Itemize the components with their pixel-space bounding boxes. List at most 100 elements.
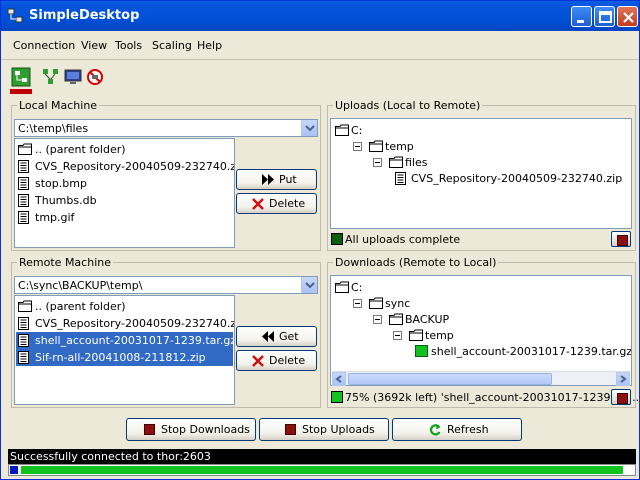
stop-uploads-label: Stop Uploads (302, 423, 375, 436)
downloads-tree[interactable]: C: sync BACKUP temp shell_account-20031017-1… (330, 275, 632, 386)
stop-downloads-button[interactable]: Stop Downloads (126, 418, 256, 441)
local-machine-label: Local Machine (17, 99, 100, 112)
list-item[interactable]: Thumbs.db (16, 192, 233, 209)
local-path-dropdown-button[interactable] (301, 120, 317, 136)
remote-path-value: C:\sync\BACKUP\temp\ (18, 279, 143, 292)
folder-icon (369, 297, 383, 312)
chevron-down-icon (305, 282, 315, 289)
maximize-icon (599, 11, 612, 23)
local-delete-button[interactable]: Delete (236, 193, 317, 214)
list-item[interactable]: Sif-rn-all-20041008-211812.zip (16, 349, 233, 366)
window-title: SimpleDesktop (29, 8, 140, 23)
get-button[interactable]: Get (236, 326, 317, 347)
connect-icon[interactable] (11, 67, 31, 87)
connection-progress-bar (8, 464, 636, 476)
list-item[interactable]: .. (parent folder) (16, 141, 233, 158)
tree-expander[interactable] (373, 158, 382, 167)
local-file-list[interactable]: .. (parent folder) CVS_Repository-2004050… (14, 138, 235, 248)
tree-node-label: sync (385, 297, 411, 310)
tree-node-label: files (405, 156, 428, 169)
network-icon[interactable] (41, 67, 61, 87)
active-tool-indicator (10, 89, 32, 94)
list-item-label: .. (parent folder) (35, 143, 126, 156)
fast-forward-icon (262, 174, 274, 185)
stop-icon (285, 424, 296, 435)
file-icon (18, 160, 29, 176)
menu-tools[interactable]: Tools (115, 39, 142, 52)
remote-delete-label: Delete (269, 354, 306, 367)
connection-status-bar: Successfully connected to thor:2603 (8, 449, 636, 464)
app-icon (7, 8, 23, 23)
refresh-button[interactable]: Refresh (392, 418, 522, 441)
tree-node-label: C: (351, 281, 363, 294)
remote-delete-button[interactable]: Delete (236, 350, 317, 371)
file-icon (18, 177, 29, 193)
remote-path-combo[interactable]: C:\sync\BACKUP\temp\ (14, 276, 318, 294)
uploads-label: Uploads (Local to Remote) (333, 99, 483, 112)
put-button[interactable]: Put (236, 169, 317, 190)
title-bar[interactable]: SimpleDesktop (1, 1, 639, 31)
maximize-button[interactable] (594, 6, 615, 27)
transfer-active-icon (415, 345, 428, 360)
list-item-label: Thumbs.db (35, 194, 97, 207)
scroll-thumb[interactable] (348, 373, 552, 385)
remote-path-dropdown-button[interactable] (301, 277, 317, 293)
tree-expander[interactable] (373, 315, 382, 324)
delete-x-icon (252, 355, 264, 367)
downloads-status-text: 75% (3692k left) 'shell_account-20031017… (345, 391, 640, 404)
menu-view[interactable]: View (81, 39, 107, 52)
monitor-icon[interactable] (63, 67, 83, 87)
scroll-right-button[interactable] (616, 372, 630, 386)
disconnect-icon[interactable] (85, 67, 105, 87)
folder-icon (409, 329, 423, 344)
downloads-horizontal-scrollbar[interactable] (332, 371, 630, 386)
list-item-label: CVS_Repository-20040509-232740.zip (35, 160, 235, 173)
local-path-value: C:\temp\files (18, 122, 89, 135)
list-item[interactable]: CVS_Repository-20040509-232740.zip (16, 315, 235, 332)
menu-scaling[interactable]: Scaling (152, 39, 192, 52)
folder-icon (369, 140, 383, 155)
close-button[interactable] (617, 6, 638, 27)
tree-expander[interactable] (393, 331, 402, 340)
minimize-icon (577, 20, 584, 23)
file-icon (18, 334, 29, 350)
connection-status-text: Successfully connected to thor:2603 (10, 450, 211, 463)
list-item[interactable]: shell_account-20031017-1239.tar.gz (16, 332, 234, 350)
folder-icon (389, 313, 403, 328)
list-item[interactable]: stop.bmp (16, 175, 233, 192)
list-item[interactable]: tmp.gif (16, 209, 233, 226)
tree-node-label: C: (351, 124, 363, 137)
file-icon (18, 194, 29, 210)
remote-file-list[interactable]: .. (parent folder) CVS_Repository-2004050… (14, 295, 235, 405)
scroll-left-button[interactable] (332, 372, 346, 386)
menu-bar: Connection View Tools Scaling Help (1, 33, 639, 57)
uploads-tree[interactable]: C: temp files CVS_Repository-20040509-23274… (330, 118, 632, 229)
tree-expander[interactable] (353, 142, 362, 151)
uploads-stop-button[interactable] (611, 231, 631, 247)
file-icon (18, 351, 29, 367)
local-delete-label: Delete (269, 197, 306, 210)
folder-icon (335, 281, 349, 296)
refresh-icon (429, 424, 441, 436)
menu-help[interactable]: Help (197, 39, 222, 52)
remote-machine-label: Remote Machine (17, 256, 113, 269)
uploads-status-text: All uploads complete (345, 233, 461, 246)
downloads-stop-button[interactable] (611, 389, 631, 405)
stop-uploads-button[interactable]: Stop Uploads (259, 418, 389, 441)
local-path-combo[interactable]: C:\temp\files (14, 119, 318, 137)
chevron-down-icon (305, 125, 315, 132)
tree-expander[interactable] (353, 299, 362, 308)
list-item[interactable]: CVS_Repository-20040509-232740.zip (16, 158, 235, 176)
tree-node-label: BACKUP (405, 313, 450, 326)
tree-node-label: shell_account-20031017-1239.tar.gz (404 (431, 345, 632, 358)
stop-downloads-label: Stop Downloads (161, 423, 250, 436)
list-item-label: CVS_Repository-20040509-232740.zip (35, 317, 235, 330)
menu-connection[interactable]: Connection (13, 39, 75, 52)
uploads-status-indicator (331, 233, 343, 245)
list-item[interactable]: .. (parent folder) (16, 298, 233, 315)
downloads-status-indicator (331, 391, 343, 403)
toolbar-divider (1, 59, 639, 60)
minimize-button[interactable] (571, 6, 592, 27)
tree-node-label: CVS_Repository-20040509-232740.zip (411, 172, 623, 185)
refresh-label: Refresh (447, 423, 489, 436)
